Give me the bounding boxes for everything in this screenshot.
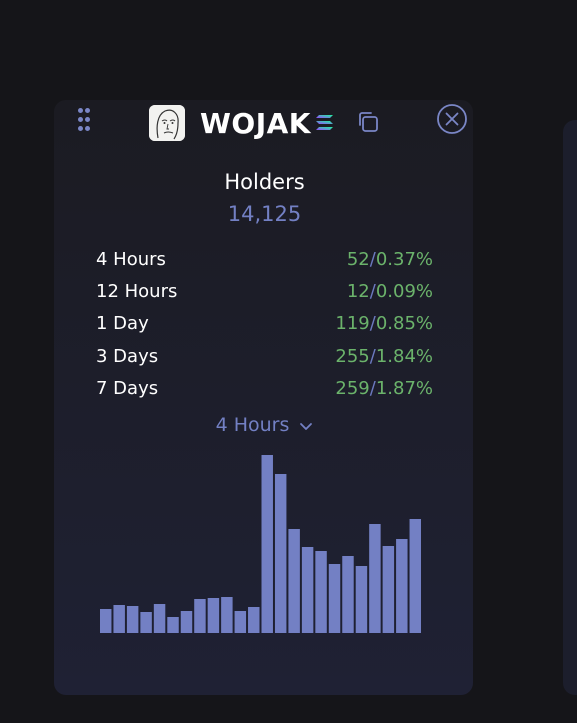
stat-count: 52	[346, 249, 370, 270]
stat-label: 1 Day	[96, 313, 149, 334]
close-icon[interactable]	[436, 103, 468, 135]
stat-count: 255	[335, 346, 370, 367]
stat-percent: 0.09%	[375, 281, 433, 302]
stat-percent: 1.84%	[375, 346, 433, 367]
stat-value: 119/0.85%	[335, 313, 433, 334]
stat-row-3-days: 3 Days 255/1.84%	[96, 346, 433, 370]
stat-percent: 1.87%	[375, 378, 433, 399]
stat-row-1-day: 1 Day 119/0.85%	[96, 313, 433, 337]
stat-percent: 0.85%	[375, 313, 433, 334]
token-avatar	[149, 105, 185, 141]
drag-handle-icon[interactable]	[78, 108, 90, 132]
period-dropdown-value: 4 Hours	[215, 414, 290, 436]
holders-title: Holders	[224, 170, 305, 194]
stat-count: 119	[335, 313, 370, 334]
solana-icon	[316, 115, 333, 130]
stat-label: 4 Hours	[96, 249, 166, 270]
stat-count: 12	[346, 281, 370, 302]
stat-row-12-hours: 12 Hours 12/0.09%	[96, 281, 433, 305]
adjacent-card-edge	[563, 120, 577, 695]
stat-label: 12 Hours	[96, 281, 178, 302]
wojak-face-icon	[149, 105, 185, 141]
stat-value: 255/1.84%	[335, 346, 433, 367]
stat-value: 52/0.37%	[346, 249, 433, 270]
token-name: WOJAK	[200, 107, 311, 140]
stat-row-7-days: 7 Days 259/1.87%	[96, 378, 433, 402]
stat-value: 12/0.09%	[346, 281, 433, 302]
chevron-down-icon	[300, 422, 313, 430]
stat-percent: 0.37%	[375, 249, 433, 270]
period-dropdown[interactable]: 4 Hours	[0, 414, 529, 436]
stat-count: 259	[335, 378, 370, 399]
stat-label: 3 Days	[96, 346, 159, 367]
stat-value: 259/1.87%	[335, 378, 433, 399]
holders-count: 14,125	[227, 202, 302, 226]
stat-label: 7 Days	[96, 378, 159, 399]
stat-row-4-hours: 4 Hours 52/0.37%	[96, 249, 433, 273]
copy-icon[interactable]	[356, 110, 380, 134]
